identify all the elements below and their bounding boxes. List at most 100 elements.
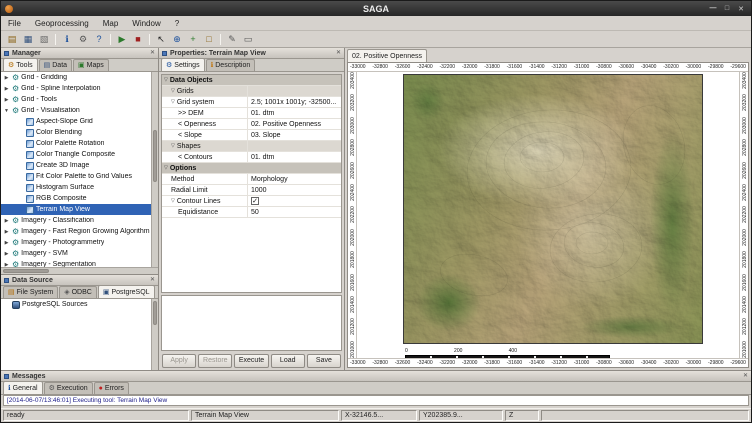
zoom-icon[interactable]: ⊕ (170, 33, 184, 46)
tree-item-color-palette-rotation[interactable]: Color Palette Rotation (1, 138, 151, 149)
measure-icon[interactable]: ▭ (241, 33, 255, 46)
execute-button[interactable]: Execute (234, 354, 268, 368)
tree-item-imagery-svm[interactable]: ▶⚙Imagery - SVM (1, 248, 151, 259)
property-row-dem[interactable]: >> DEM01. dtm (162, 108, 341, 119)
close-icon[interactable]: ✕ (336, 50, 341, 57)
scrollbar-thumb[interactable] (153, 301, 157, 325)
menu-item-map[interactable]: Map (96, 16, 126, 31)
expand-arrow[interactable]: ▶ (3, 218, 10, 224)
tree-item-color-blending[interactable]: Color Blending (1, 127, 151, 138)
tree-item-color-triangle-composite[interactable]: Color Triangle Composite (1, 149, 151, 160)
tree-item-create-3d-image[interactable]: Create 3D Image (1, 160, 151, 171)
save-button[interactable]: Save (307, 354, 341, 368)
expand-arrow[interactable]: ▶ (3, 97, 10, 103)
close-button[interactable]: ✕ (736, 5, 746, 13)
property-row-grid-system[interactable]: ▽Grid system2.5; 1001x 1001y; -32500... (162, 97, 341, 108)
property-row-equidistance[interactable]: Equidistance50 (162, 207, 341, 218)
contour-lines-checkbox[interactable]: ✓ (251, 197, 259, 205)
close-icon[interactable]: ✕ (743, 373, 748, 380)
tree-item-grid-visualisation[interactable]: ▼⚙Grid - Visualisation (1, 105, 151, 116)
tree-item-imagery-photogrammetry[interactable]: ▶⚙Imagery - Photogrammetry (1, 237, 151, 248)
tree-item-fit-color-palette-to-grid-values[interactable]: Fit Color Palette to Grid Values (1, 171, 151, 182)
pointer-icon[interactable]: ↖ (154, 33, 168, 46)
data-source-tab-odbc[interactable]: ◈ODBC (59, 286, 97, 298)
property-value[interactable]: ✓ (248, 196, 341, 206)
tree-item-imagery-fast-region-growing-algorithm[interactable]: ▶⚙Imagery - Fast Region Growing Algorith… (1, 226, 151, 237)
expand-arrow[interactable]: ▶ (3, 240, 10, 246)
menu-item-window[interactable]: Window (125, 16, 167, 31)
print-icon[interactable]: ▧ (37, 33, 51, 46)
tree-item-grid-tools[interactable]: ▶⚙Grid - Tools (1, 94, 151, 105)
tree-vertical-scrollbar[interactable] (151, 72, 158, 267)
property-row-radial-limit[interactable]: Radial Limit1000 (162, 185, 341, 196)
property-row-method[interactable]: MethodMorphology (162, 174, 341, 185)
messages-tab-general[interactable]: ℹGeneral (3, 381, 43, 394)
property-value[interactable]: Morphology (248, 174, 341, 184)
tree-item-terrain-map-view[interactable]: Terrain Map View (1, 204, 151, 215)
expand-arrow[interactable]: ▶ (3, 251, 10, 257)
manager-tab-maps[interactable]: ▣Maps (73, 59, 109, 71)
manager-tab-data[interactable]: ▤Data (39, 59, 72, 71)
select-icon[interactable]: □ (202, 33, 216, 46)
info-icon[interactable]: ℹ (60, 33, 74, 46)
manager-tab-tools[interactable]: ⚙Tools (3, 58, 38, 71)
data-source-tab-postgresql[interactable]: ▣PostgreSQL (98, 285, 155, 298)
properties-tab-description[interactable]: ℹDescription (206, 59, 256, 71)
map-canvas[interactable]: 0200400 (357, 72, 739, 358)
menu-item-help[interactable]: ? (168, 16, 186, 31)
property-row-contours[interactable]: < Contours01. dtm (162, 152, 341, 163)
pan-icon[interactable]: + (186, 33, 200, 46)
save-icon[interactable]: ▦ (21, 33, 35, 46)
tree-horizontal-scrollbar[interactable] (1, 267, 158, 274)
tree-item-imagery-classification[interactable]: ▶⚙Imagery - Classification (1, 215, 151, 226)
expand-arrow[interactable]: ▶ (3, 86, 10, 92)
scrollbar-thumb[interactable] (153, 130, 157, 182)
property-row-grids[interactable]: ▽Grids (162, 86, 341, 97)
map-tab-positive-openness[interactable]: 02. Positive Openness (347, 49, 427, 62)
help-icon[interactable]: ? (92, 33, 106, 46)
maximize-button[interactable]: □ (722, 5, 732, 13)
property-value[interactable]: 01. dtm (248, 152, 341, 162)
property-value[interactable] (248, 86, 341, 96)
tree-item-rgb-composite[interactable]: RGB Composite (1, 193, 151, 204)
scrollbar-thumb[interactable] (3, 269, 49, 273)
property-row-shapes[interactable]: ▽Shapes (162, 141, 341, 152)
property-value[interactable]: 02. Positive Openness (248, 119, 341, 129)
tree-item-imagery-segmentation[interactable]: ▶⚙Imagery - Segmentation (1, 259, 151, 267)
property-value[interactable] (248, 141, 341, 151)
expand-arrow[interactable]: ▼ (3, 108, 10, 114)
close-icon[interactable]: ✕ (150, 50, 155, 57)
property-value[interactable]: 2.5; 1001x 1001y; -32500... (248, 97, 341, 107)
property-row-slope[interactable]: < Slope03. Slope (162, 130, 341, 141)
terrain-map-image[interactable] (403, 74, 703, 344)
data-source-item-postgresql-sources[interactable]: PostgreSQL Sources (1, 299, 151, 310)
data-source-tab-file-system[interactable]: ▤File System (3, 286, 58, 298)
property-row-contour-lines[interactable]: ▽Contour Lines✓ (162, 196, 341, 207)
data-source-scrollbar[interactable] (151, 299, 158, 370)
tree-item-histogram-surface[interactable]: Histogram Surface (1, 182, 151, 193)
open-icon[interactable]: ▤ (5, 33, 19, 46)
property-row-openness[interactable]: < Openness02. Positive Openness (162, 119, 341, 130)
edit-icon[interactable]: ✎ (225, 33, 239, 46)
property-value[interactable]: 01. dtm (248, 108, 341, 118)
menu-item-file[interactable]: File (1, 16, 28, 31)
load-button[interactable]: Load (271, 354, 305, 368)
expand-arrow[interactable]: ▶ (3, 229, 10, 235)
expand-arrow[interactable]: ▶ (3, 75, 10, 81)
tree-item-aspect-slope-grid[interactable]: Aspect-Slope Grid (1, 116, 151, 127)
properties-tab-settings[interactable]: ⚙Settings (161, 58, 205, 71)
title-bar[interactable]: SAGA —□✕ (1, 1, 751, 16)
tree-item-grid-gridding[interactable]: ▶⚙Grid - Gridding (1, 72, 151, 83)
execute-icon[interactable]: ▶ (115, 33, 129, 46)
minimize-button[interactable]: — (708, 5, 718, 13)
tree-item-grid-spline-interpolation[interactable]: ▶⚙Grid - Spline Interpolation (1, 83, 151, 94)
stop-icon[interactable]: ■ (131, 33, 145, 46)
property-value[interactable]: 50 (248, 207, 341, 217)
settings-icon[interactable]: ⚙ (76, 33, 90, 46)
menu-item-geoprocessing[interactable]: Geoprocessing (28, 16, 96, 31)
property-value[interactable]: 03. Slope (248, 130, 341, 140)
close-icon[interactable]: ✕ (150, 277, 155, 284)
property-value[interactable]: 1000 (248, 185, 341, 195)
messages-tab-execution[interactable]: ⚙Execution (44, 382, 93, 394)
messages-tab-errors[interactable]: ●Errors (94, 382, 129, 394)
